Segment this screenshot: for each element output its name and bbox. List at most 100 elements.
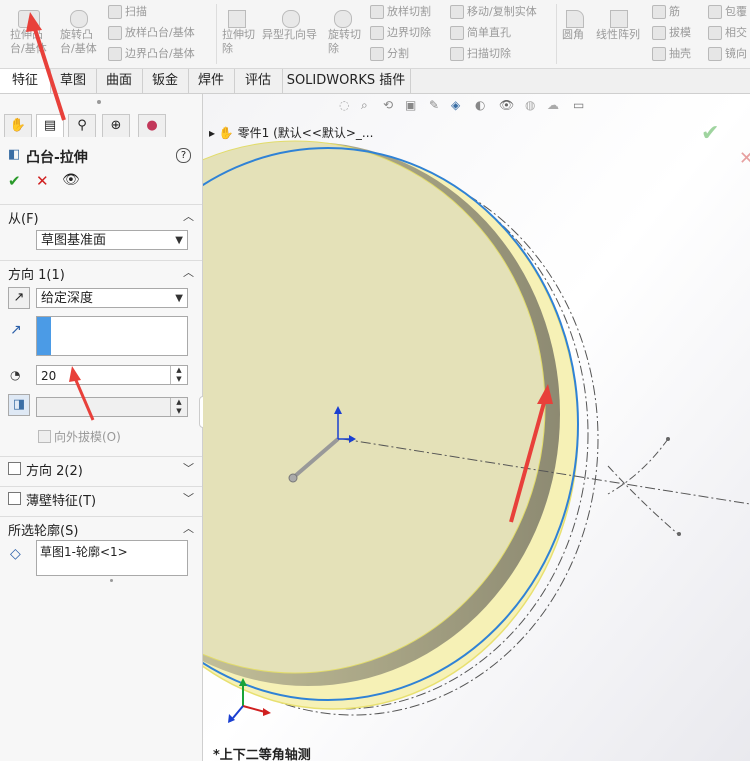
tab-features[interactable]: 特征 [0, 69, 51, 93]
sweep-boss-button[interactable]: 扫描 [108, 5, 147, 19]
display-style-icon[interactable]: ◐ [475, 98, 485, 112]
reverse-direction-button[interactable]: ↗ [8, 287, 30, 309]
command-manager-tabs: 特征 草图 曲面 钣金 焊件 评估 SOLIDWORKS 插件 [0, 69, 750, 94]
from-section-title: 从(F) [8, 212, 39, 227]
zoom-to-fit-icon[interactable]: ◌ [339, 98, 349, 112]
rib-button[interactable]: 筋 [652, 5, 680, 19]
part-icon: ✋ [218, 126, 234, 140]
flyout-feature-tree[interactable]: ▸ ✋ 零件1 (默认<<默认>_... [209, 124, 373, 141]
draft-on-off-button[interactable]: ◨ [8, 394, 30, 416]
ribbon: 拉伸凸 台/基体 旋转凸 台/基体 扫描 放样凸台/基体 边界凸台/基体 拉伸切… [0, 0, 750, 69]
view-orientation-icon[interactable]: ◈ [451, 98, 460, 112]
swept-cut-icon [450, 47, 464, 61]
selection-active-bar [37, 317, 51, 355]
simple-hole-button[interactable]: 简单直孔 [450, 26, 511, 40]
help-icon[interactable]: ? [176, 148, 191, 163]
draft-angle-spinner[interactable]: ▲ ▼ [170, 398, 187, 416]
cancel-button[interactable]: ✕ [36, 172, 49, 190]
contours-selection-box[interactable]: 草图1-轮廓<1> [36, 540, 188, 576]
draft-button[interactable]: 拔模 [652, 26, 691, 40]
tab-surfaces[interactable]: 曲面 [96, 69, 143, 93]
panel-grip[interactable] [97, 100, 101, 104]
configuration-icon: ⚲ [77, 118, 87, 133]
edit-appearance-icon[interactable]: ◍ [525, 98, 535, 112]
chevron-up-icon: ︿ [183, 522, 194, 535]
boundary-cut-icon [370, 26, 384, 40]
view-settings-icon[interactable]: ▭ [573, 98, 584, 112]
linear-pattern-icon [610, 10, 628, 28]
direction2-section-title: 方向 2(2) [26, 464, 83, 479]
direction2-checkbox[interactable] [8, 462, 21, 475]
feature-manager-tab[interactable]: ✋ [4, 114, 32, 137]
thin-feature-checkbox[interactable] [8, 492, 21, 505]
depth-spinner[interactable]: ▲ ▼ [170, 366, 187, 384]
property-manager-tab[interactable]: ▤ [36, 114, 64, 137]
intersect-button[interactable]: 相交 [708, 26, 747, 40]
tab-solidworks-addins[interactable]: SOLIDWORKS 插件 [282, 69, 411, 93]
view-orientation-label: *上下二等角轴测 [213, 748, 311, 763]
zoom-to-area-icon[interactable]: ⌕ [361, 98, 368, 113]
ok-button[interactable]: ✔ [8, 172, 21, 190]
configuration-manager-tab[interactable]: ⚲ [68, 114, 96, 137]
hide-show-icon[interactable]: 👁 [499, 98, 514, 112]
draft-outward-checkbox[interactable] [38, 430, 51, 443]
section-view-icon[interactable]: ▣ [405, 98, 416, 112]
chevron-down-icon: ▼ [175, 235, 183, 246]
dimxpert-tab[interactable]: ⊕ [102, 114, 130, 137]
feature-header: ◧ 凸台-拉伸 ? [0, 146, 202, 166]
list-item[interactable]: 草图1-轮廓<1> [40, 543, 128, 560]
property-list-icon: ▤ [43, 118, 57, 133]
mirror-button[interactable]: 镜向 [708, 47, 747, 61]
from-section-header[interactable]: 从(F) ︿ [0, 204, 202, 227]
expand-arrow-icon[interactable]: ▸ [209, 126, 215, 140]
contours-section-header[interactable]: 所选轮廓(S) ︿ [0, 516, 202, 539]
revolve-cut-button[interactable]: 旋转切 除 [328, 10, 361, 56]
hole-wizard-button[interactable]: 异型孔向导 [262, 10, 317, 42]
tab-weldments[interactable]: 焊件 [188, 69, 235, 93]
linear-pattern-button[interactable]: 线性阵列 [596, 10, 640, 42]
extrude-boss-button[interactable]: 拉伸凸 台/基体 [10, 10, 47, 56]
preview-eye-icon[interactable]: 👁 [62, 172, 80, 188]
scene-icon[interactable]: ☁ [547, 98, 559, 112]
intersect-icon [708, 26, 722, 40]
shell-button[interactable]: 抽壳 [652, 47, 691, 61]
tab-evaluate[interactable]: 评估 [234, 69, 283, 93]
direction1-section-header[interactable]: 方向 1(1) ︿ [0, 260, 202, 283]
extrude-boss-icon [18, 10, 40, 28]
split-button[interactable]: 分割 [370, 47, 409, 61]
end-condition-combo[interactable]: 给定深度 ▼ [36, 288, 188, 308]
from-start-combo[interactable]: 草图基准面 ▼ [36, 230, 188, 250]
loft-cut-button[interactable]: 放样切割 [370, 5, 431, 19]
extrude-cut-button[interactable]: 拉伸切 除 [222, 10, 255, 56]
draft-angle-input[interactable]: ▲ ▼ [36, 397, 188, 417]
revolve-boss-icon [70, 10, 88, 28]
boundary-boss-button[interactable]: 边界凸台/基体 [108, 47, 195, 61]
tab-sketch[interactable]: 草图 [50, 69, 97, 93]
property-manager: ✋ ▤ ⚲ ⊕ ● ◧ 凸台-拉伸 ? ✔ ✕ 👁 从(F) ︿ 草图基准面 ▼ … [0, 94, 211, 761]
boundary-cut-button[interactable]: 边界切除 [370, 26, 431, 40]
graphics-area[interactable]: ✔ ✕ ◌ ⌕ ⟲ ▣ ✎ ◈ ◐ 👁 ◍ ☁ ▭ ▸ ✋ 零件1 (默认<<默… [203, 94, 750, 763]
rib-icon [652, 5, 666, 19]
move-copy-icon [450, 5, 464, 19]
loft-boss-button[interactable]: 放样凸台/基体 [108, 26, 195, 40]
depth-input[interactable]: 20 ▲ ▼ [36, 365, 188, 385]
direction2-section-header[interactable]: 方向 2(2) ﹀ [0, 456, 202, 479]
draft-icon [652, 26, 666, 40]
dynamic-annotation-icon[interactable]: ✎ [429, 98, 439, 112]
wrap-button[interactable]: 包覆 [708, 5, 747, 19]
draft-outward-label: 向外拔模(O) [54, 430, 121, 444]
chevron-up-icon: ︿ [183, 210, 194, 223]
previous-view-icon[interactable]: ⟲ [383, 98, 393, 112]
fillet-button[interactable]: 圆角 [562, 10, 584, 42]
svg-text:✔: ✔ [701, 121, 719, 146]
model-canvas: ✔ ✕ [203, 94, 750, 761]
move-copy-body-button[interactable]: 移动/复制实体 [450, 5, 537, 19]
swept-cut-button[interactable]: 扫描切除 [450, 47, 511, 61]
fillet-icon [566, 10, 584, 28]
direction-selection-box[interactable] [36, 316, 188, 356]
revolve-boss-button[interactable]: 旋转凸 台/基体 [60, 10, 97, 56]
display-manager-tab[interactable]: ● [138, 114, 166, 137]
heads-up-view-toolbar: ◌ ⌕ ⟲ ▣ ✎ ◈ ◐ 👁 ◍ ☁ ▭ [339, 98, 669, 116]
thin-feature-section-header[interactable]: 薄壁特征(T) ﹀ [0, 486, 202, 509]
tab-sheet-metal[interactable]: 钣金 [142, 69, 189, 93]
